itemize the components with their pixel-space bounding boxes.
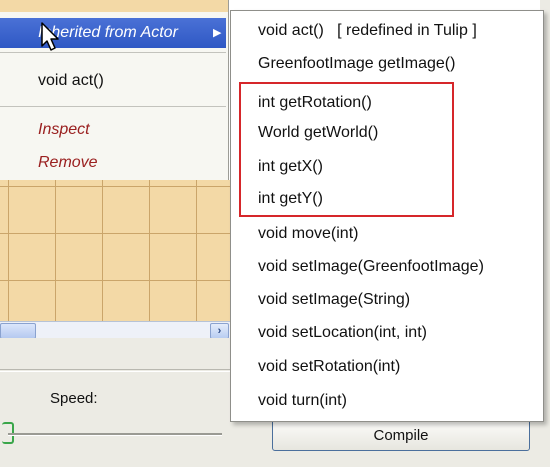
- mouse-pointer-icon: [41, 22, 59, 51]
- submenu-item-set-image-string[interactable]: void setImage(String): [258, 291, 410, 309]
- panel-divider-highlight: [0, 371, 245, 372]
- menu-separator: [0, 106, 226, 107]
- scrollbar-thumb[interactable]: [0, 323, 36, 339]
- submenu-item-set-rotation[interactable]: void setRotation(int): [258, 358, 400, 376]
- submenu-item-set-location[interactable]: void setLocation(int, int): [258, 324, 427, 342]
- world-grid[interactable]: [0, 180, 240, 322]
- submenu-item-get-image[interactable]: GreenfootImage getImage(): [258, 55, 455, 73]
- submenu-arrow-icon: ▶: [213, 27, 222, 39]
- submenu-item-move[interactable]: void move(int): [258, 225, 358, 243]
- grid-strip: [0, 0, 228, 12]
- submenu-item-set-image-greenfoot[interactable]: void setImage(GreenfootImage): [258, 258, 484, 276]
- panel-divider: [0, 369, 245, 370]
- submenu-item-turn[interactable]: void turn(int): [258, 392, 347, 410]
- actor-context-menu: Inherited from Actor ▶ void act() Inspec…: [0, 0, 229, 180]
- menu-item-act[interactable]: void act(): [38, 72, 104, 90]
- menu-item-inspect[interactable]: Inspect: [38, 121, 90, 139]
- scroll-right-arrow-icon[interactable]: ›: [210, 323, 229, 339]
- compile-button[interactable]: Compile: [272, 418, 530, 451]
- menu-separator: [0, 52, 226, 53]
- speed-label: Speed:: [50, 390, 98, 407]
- annotation-highlight-box: [239, 82, 454, 217]
- speed-slider-track[interactable]: [8, 433, 222, 436]
- menu-item-remove[interactable]: Remove: [38, 154, 98, 172]
- submenu-item-act[interactable]: void act() [ redefined in Tulip ]: [258, 22, 477, 40]
